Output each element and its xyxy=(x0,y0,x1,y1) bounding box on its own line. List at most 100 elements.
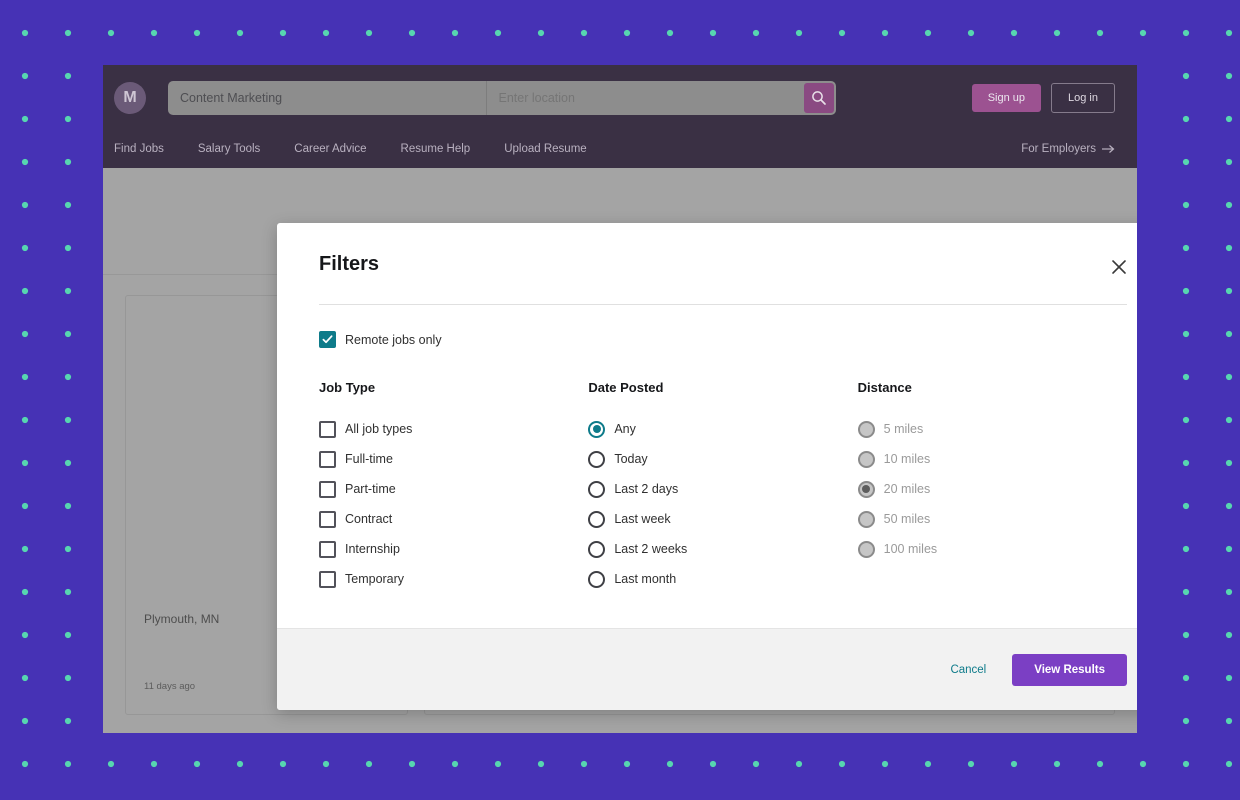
nav-item-for-employers[interactable]: For Employers xyxy=(1021,143,1115,155)
modal-body: Remote jobs only Job Type All job types xyxy=(277,305,1137,628)
checkbox[interactable] xyxy=(319,420,336,438)
search-bar xyxy=(168,80,836,115)
remote-jobs-only-row[interactable]: Remote jobs only xyxy=(319,331,1127,348)
option-label: Last 2 weeks xyxy=(614,542,688,556)
distance-heading: Distance xyxy=(857,380,912,395)
nav-item-find-jobs[interactable]: Find Jobs xyxy=(114,143,164,155)
radio-dot xyxy=(593,515,601,523)
radio-button[interactable] xyxy=(588,450,606,468)
distance-option-100-miles: 100 miles xyxy=(857,534,1127,564)
main-navigation: Find Jobs Salary Tools Career Advice Res… xyxy=(103,130,1137,168)
option-label: 50 miles xyxy=(883,512,931,526)
date-posted-option-last-month[interactable]: Last month xyxy=(588,564,857,594)
search-icon xyxy=(812,90,826,105)
radio-dot xyxy=(593,545,601,553)
option-label: Any xyxy=(614,422,636,436)
option-label: Contract xyxy=(345,512,393,526)
option-label: Temporary xyxy=(345,572,405,586)
radio-button xyxy=(857,540,875,558)
distance-option-50-miles: 50 miles xyxy=(857,504,1127,534)
close-icon xyxy=(1112,260,1126,274)
modal-header: Filters xyxy=(277,223,1137,276)
option-label: Full-time xyxy=(345,452,393,466)
option-label: 10 miles xyxy=(883,452,931,466)
search-submit-button[interactable] xyxy=(804,82,834,113)
option-label: 20 miles xyxy=(883,482,931,496)
job-type-option-internship[interactable]: Internship xyxy=(319,534,588,564)
checkbox[interactable] xyxy=(319,570,336,588)
option-label: Last 2 days xyxy=(614,482,679,496)
brand-logo-icon[interactable]: M xyxy=(114,81,146,114)
cancel-button[interactable]: Cancel xyxy=(950,664,986,676)
date-posted-option-any[interactable]: Any xyxy=(588,414,857,444)
radio-dot xyxy=(862,485,871,493)
search-location-input[interactable] xyxy=(485,80,804,115)
close-button[interactable] xyxy=(1105,253,1133,281)
header-actions: Sign up Log in xyxy=(971,82,1115,113)
checkbox[interactable] xyxy=(319,450,336,468)
radio-button[interactable] xyxy=(588,420,606,438)
for-employers-label: For Employers xyxy=(1021,143,1096,155)
date-posted-column: Date Posted Any Today Last 2 days Last w… xyxy=(588,380,857,594)
filter-columns: Job Type All job types Full-time Part-ti… xyxy=(319,380,1127,594)
distance-option-20-miles: 20 miles xyxy=(857,474,1127,504)
checkbox[interactable] xyxy=(319,510,336,528)
radio-button[interactable] xyxy=(588,510,606,528)
radio-dot xyxy=(862,455,870,463)
radio-dot xyxy=(862,515,870,523)
option-label: Today xyxy=(614,452,648,466)
radio-dot xyxy=(862,425,870,433)
job-type-option-contract[interactable]: Contract xyxy=(319,504,588,534)
sign-up-button[interactable]: Sign up xyxy=(971,83,1042,112)
date-posted-option-today[interactable]: Today xyxy=(588,444,857,474)
site-header: M Sign up Log in xyxy=(103,65,1137,130)
job-type-option-all-job-types[interactable]: All job types xyxy=(319,414,588,444)
check-icon xyxy=(322,335,333,344)
job-type-heading: Job Type xyxy=(319,380,376,395)
checkbox[interactable] xyxy=(319,480,336,498)
option-label: Last month xyxy=(614,572,677,586)
nav-item-upload-resume[interactable]: Upload Resume xyxy=(504,143,586,155)
filters-modal: Filters Remote jobs only Job Type All jo… xyxy=(277,223,1137,710)
radio-button xyxy=(857,510,875,528)
view-results-button[interactable]: View Results xyxy=(1012,653,1127,686)
remote-jobs-only-label: Remote jobs only xyxy=(345,332,442,347)
remote-jobs-only-checkbox[interactable] xyxy=(319,331,336,348)
page-title: Filters xyxy=(319,253,380,275)
search-keyword-input[interactable] xyxy=(168,80,486,115)
date-posted-option-last-week[interactable]: Last week xyxy=(588,504,857,534)
job-type-option-part-time[interactable]: Part-time xyxy=(319,474,588,504)
option-label: Part-time xyxy=(345,482,396,496)
app-window: M Sign up Log in Find Jobs Salary Tools … xyxy=(103,65,1137,733)
radio-dot xyxy=(592,425,601,433)
brand-logo-letter: M xyxy=(123,88,137,106)
date-posted-option-last-2-days[interactable]: Last 2 days xyxy=(588,474,857,504)
nav-item-career-advice[interactable]: Career Advice xyxy=(294,143,366,155)
job-type-option-temporary[interactable]: Temporary xyxy=(319,564,588,594)
checkbox[interactable] xyxy=(319,540,336,558)
radio-button[interactable] xyxy=(588,480,606,498)
nav-item-salary-tools[interactable]: Salary Tools xyxy=(198,143,260,155)
option-label: 100 miles xyxy=(883,542,938,556)
radio-button xyxy=(857,420,875,438)
arrow-right-icon xyxy=(1102,145,1115,153)
radio-button xyxy=(857,480,875,498)
radio-button[interactable] xyxy=(588,570,606,588)
distance-option-10-miles: 10 miles xyxy=(857,444,1127,474)
option-label: Last week xyxy=(614,512,671,526)
radio-button xyxy=(857,450,875,468)
nav-item-resume-help[interactable]: Resume Help xyxy=(401,143,471,155)
job-type-option-full-time[interactable]: Full-time xyxy=(319,444,588,474)
radio-dot xyxy=(593,575,601,583)
option-label: All job types xyxy=(345,422,413,436)
radio-dot xyxy=(593,485,601,493)
log-in-button[interactable]: Log in xyxy=(1051,82,1115,113)
date-posted-option-last-2-weeks[interactable]: Last 2 weeks xyxy=(588,534,857,564)
distance-option-5-miles: 5 miles xyxy=(857,414,1127,444)
radio-button[interactable] xyxy=(588,540,606,558)
job-type-column: Job Type All job types Full-time Part-ti… xyxy=(319,380,588,594)
option-label: 5 miles xyxy=(883,422,924,436)
modal-footer: Cancel View Results xyxy=(277,628,1137,710)
date-posted-heading: Date Posted xyxy=(588,380,664,395)
radio-dot xyxy=(862,545,870,553)
